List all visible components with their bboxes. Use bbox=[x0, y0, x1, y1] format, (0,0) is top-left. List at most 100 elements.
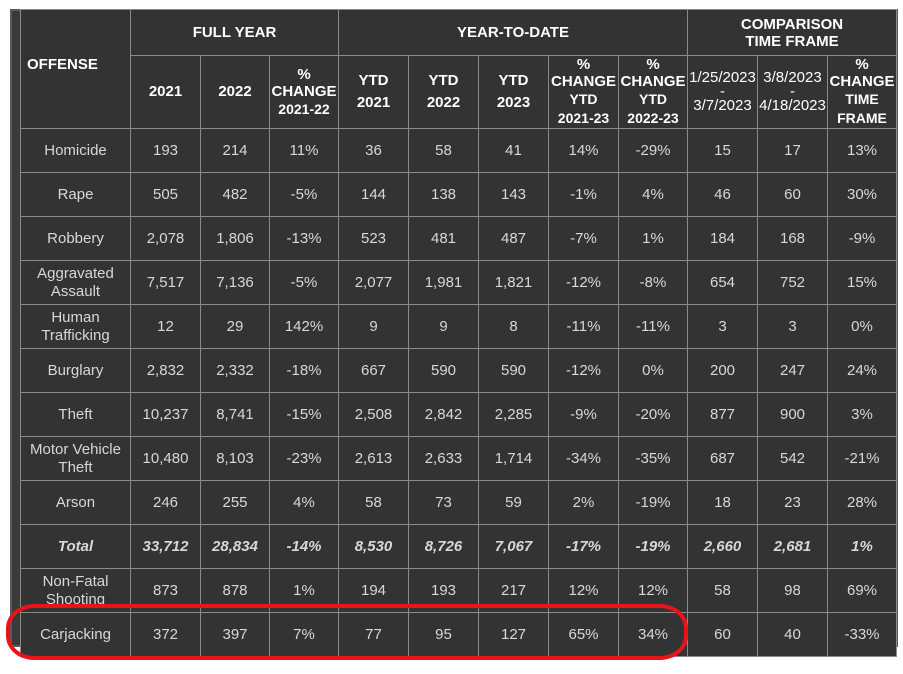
ytd-2023-cell: 127 bbox=[478, 612, 549, 657]
crime-statistics-table: OFFENSE FULL YEAR YEAR-TO-DATE COMPARISO… bbox=[20, 9, 897, 657]
time-frame-2-header: 3/8/2023 - 4/18/2023 bbox=[757, 55, 828, 129]
ytd-2022-cell: 590 bbox=[408, 348, 479, 393]
ytd-change-2223-cell: 1% bbox=[618, 216, 688, 261]
table-row: Non-Fatal Shooting 873 878 1% 194 193 217 12% 12… bbox=[20, 568, 897, 613]
table-row: Total 33,712 28,834 -14% 8,530 8,726 7,067 -17%… bbox=[20, 524, 897, 569]
fy-change-cell: -13% bbox=[269, 216, 339, 261]
comparison-time-frame-header: COMPARISON TIME FRAME bbox=[687, 9, 897, 56]
ytd-change-2123-cell: -1% bbox=[548, 172, 619, 217]
ytd-change-2123-cell: -17% bbox=[548, 524, 619, 569]
ytd-change-2223-cell: -20% bbox=[618, 392, 688, 437]
ytd-change-2223-cell: -8% bbox=[618, 260, 688, 305]
ytd-2022-cell: 73 bbox=[408, 480, 479, 525]
ytd-2022-cell: 95 bbox=[408, 612, 479, 657]
ytd-2023-year: 2023 bbox=[496, 94, 531, 111]
fy-2022-cell: 397 bbox=[200, 612, 270, 657]
ytd-2022-cell: 1,981 bbox=[408, 260, 479, 305]
time-frame-change-cell: -21% bbox=[827, 436, 897, 481]
table-row: Robbery 2,078 1,806 -13% 523 481 487 -7% 1% 184 16… bbox=[20, 216, 897, 261]
ytd-change-2123-cell: -7% bbox=[548, 216, 619, 261]
ytd-2021-cell: 36 bbox=[338, 128, 409, 173]
tf1-end: 3/7/2023 bbox=[693, 97, 752, 114]
table-row: Arson 246 255 4% 58 73 59 2% -19% 18 23 28% bbox=[20, 480, 897, 525]
ytd-2022-cell: 2,633 bbox=[408, 436, 479, 481]
table-row: Homicide 193 214 11% 36 58 41 14% -29% 15 17 13% bbox=[20, 128, 897, 173]
ytd-2023-cell: 590 bbox=[478, 348, 549, 393]
ytd-2021-cell: 667 bbox=[338, 348, 409, 393]
fy-change-cell: 11% bbox=[269, 128, 339, 173]
fy-2021-cell: 2,078 bbox=[130, 216, 201, 261]
table-row: Theft 10,237 8,741 -15% 2,508 2,842 2,285 -9% -2… bbox=[20, 392, 897, 437]
ytd-change-2123-small: % CHANGE bbox=[550, 56, 616, 91]
time-frame-change-cell: 28% bbox=[827, 480, 897, 525]
ytd-2021-cell: 144 bbox=[338, 172, 409, 217]
fy-2022-cell: 8,103 bbox=[200, 436, 270, 481]
ytd-change-2123-cell: -12% bbox=[548, 260, 619, 305]
time-frame-2-cell: 98 bbox=[757, 568, 828, 613]
ytd-2023-cell: 143 bbox=[478, 172, 549, 217]
tf-change-l1: TIME bbox=[845, 91, 879, 107]
time-frame-2-cell: 168 bbox=[757, 216, 828, 261]
time-frame-1-cell: 687 bbox=[687, 436, 758, 481]
ytd-2022-cell: 9 bbox=[408, 304, 479, 349]
fy-2022-cell: 2,332 bbox=[200, 348, 270, 393]
fy-2021-cell: 12 bbox=[130, 304, 201, 349]
fy-2022-header: 2022 bbox=[200, 55, 270, 129]
time-frame-change-cell: 0% bbox=[827, 304, 897, 349]
ytd-2021-year: 2021 bbox=[356, 94, 391, 111]
time-frame-1-cell: 654 bbox=[687, 260, 758, 305]
ytd-2022-label: YTD bbox=[428, 72, 459, 89]
fy-2021-cell: 2,832 bbox=[130, 348, 201, 393]
time-frame-2-cell: 2,681 bbox=[757, 524, 828, 569]
time-frame-1-header: 1/25/2023 - 3/7/2023 bbox=[687, 55, 758, 129]
fy-change-cell: -15% bbox=[269, 392, 339, 437]
ytd-2023-cell: 1,821 bbox=[478, 260, 549, 305]
fy-change-cell: -5% bbox=[269, 260, 339, 305]
time-frame-2-cell: 752 bbox=[757, 260, 828, 305]
ytd-2022-cell: 2,842 bbox=[408, 392, 479, 437]
ytd-change-2223-cell: -19% bbox=[618, 524, 688, 569]
ytd-2021-cell: 58 bbox=[338, 480, 409, 525]
fy-change-cell: 4% bbox=[269, 480, 339, 525]
ytd-change-2123-cell: 14% bbox=[548, 128, 619, 173]
fy-2021-cell: 873 bbox=[130, 568, 201, 613]
offense-cell: Aggravated Assault bbox=[20, 260, 131, 305]
ytd-2023-cell: 41 bbox=[478, 128, 549, 173]
tf-change-l2: FRAME bbox=[837, 110, 887, 126]
fy-2022-cell: 29 bbox=[200, 304, 270, 349]
ytd-2023-cell: 7,067 bbox=[478, 524, 549, 569]
time-frame-change-cell: 24% bbox=[827, 348, 897, 393]
ytd-change-2223-cell: 12% bbox=[618, 568, 688, 613]
fy-2021-cell: 10,480 bbox=[130, 436, 201, 481]
ytd-2022-cell: 193 bbox=[408, 568, 479, 613]
ytd-2021-cell: 2,613 bbox=[338, 436, 409, 481]
ytd-2021-cell: 9 bbox=[338, 304, 409, 349]
time-frame-1-cell: 184 bbox=[687, 216, 758, 261]
offense-cell: Arson bbox=[20, 480, 131, 525]
offense-cell: Robbery bbox=[20, 216, 131, 261]
time-frame-1-cell: 3 bbox=[687, 304, 758, 349]
ytd-2023-cell: 2,285 bbox=[478, 392, 549, 437]
ytd-2022-header: YTD 2022 bbox=[408, 55, 479, 129]
time-frame-1-cell: 2,660 bbox=[687, 524, 758, 569]
fy-change-header: % CHANGE 2021-22 bbox=[269, 55, 339, 129]
ytd-2023-cell: 487 bbox=[478, 216, 549, 261]
comparison-line-2: TIME FRAME bbox=[745, 32, 839, 50]
ytd-change-2123-cell: 65% bbox=[548, 612, 619, 657]
ytd-2021-cell: 77 bbox=[338, 612, 409, 657]
time-frame-2-cell: 17 bbox=[757, 128, 828, 173]
time-frame-2-cell: 3 bbox=[757, 304, 828, 349]
fy-2022-cell: 214 bbox=[200, 128, 270, 173]
fy-2022-cell: 255 bbox=[200, 480, 270, 525]
ytd-2021-header: YTD 2021 bbox=[338, 55, 409, 129]
time-frame-1-cell: 58 bbox=[687, 568, 758, 613]
ytd-change-2223-years: 2022-23 bbox=[627, 110, 679, 126]
ytd-change-2123-cell: 2% bbox=[548, 480, 619, 525]
time-frame-2-cell: 247 bbox=[757, 348, 828, 393]
ytd-2023-cell: 1,714 bbox=[478, 436, 549, 481]
fy-change-label: % CHANGE bbox=[271, 65, 337, 100]
offense-cell: Carjacking bbox=[20, 612, 131, 657]
comparison-line-1: COMPARISON bbox=[740, 15, 844, 33]
time-frame-2-cell: 40 bbox=[757, 612, 828, 657]
time-frame-change-cell: -33% bbox=[827, 612, 897, 657]
